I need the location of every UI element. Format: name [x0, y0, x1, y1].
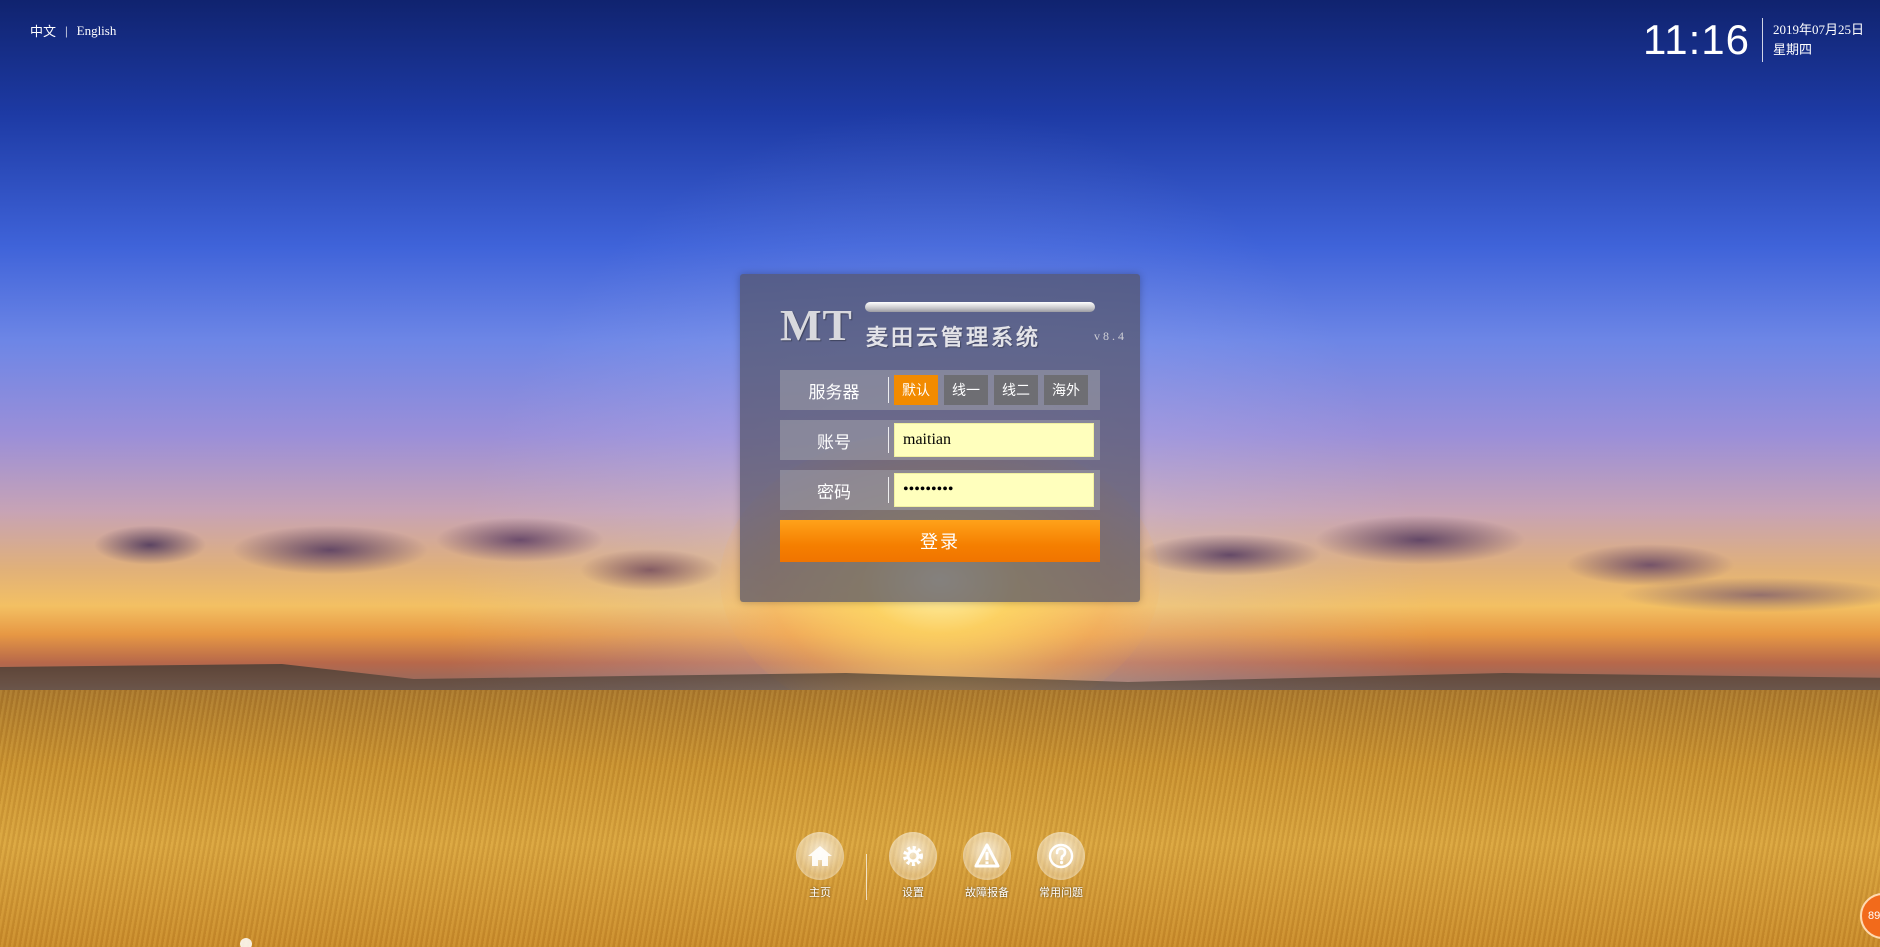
dock-settings[interactable]: 设置: [883, 832, 943, 900]
clock-weekday: 星期四: [1772, 42, 1812, 57]
account-divider: [888, 427, 889, 453]
account-row: 账号: [780, 420, 1100, 460]
server-option-line1[interactable]: 线一: [944, 375, 988, 405]
dock-divider: [866, 854, 867, 900]
login-button[interactable]: 登录: [780, 520, 1100, 562]
dock-faq[interactable]: 常用问题: [1031, 832, 1091, 900]
home-icon: [796, 832, 844, 880]
brand-name: 麦田云管理系统: [866, 326, 1042, 351]
language-chinese-link[interactable]: 中文: [30, 21, 56, 40]
brand-header: MT 麦田云管理系统 v8.4: [780, 300, 1124, 351]
language-switcher: 中文 | English: [30, 21, 116, 40]
clock-time: 11:16: [1642, 16, 1750, 63]
server-option-default[interactable]: 默认: [894, 375, 938, 405]
server-label: 服务器: [808, 382, 860, 403]
language-english-link[interactable]: English: [77, 23, 117, 39]
password-divider: [888, 477, 889, 503]
clock-date-block: 2019年07月25日 星期四: [1773, 14, 1864, 66]
server-row: 服务器 默认 线一 线二 海外: [780, 370, 1100, 410]
brand-logo: MT: [780, 301, 853, 350]
login-panel: MT 麦田云管理系统 v8.4 服务器 默认 线一 线二 海外 账号 密码 登录: [740, 274, 1140, 602]
wheat-field: [0, 690, 1880, 947]
clock-date: 2019年07月25日: [1772, 22, 1864, 37]
password-row: 密码: [780, 470, 1100, 510]
password-label: 密码: [817, 482, 851, 503]
server-divider: [888, 377, 889, 403]
dock-home-label: 主页: [809, 886, 831, 899]
brand-decor-bar: [865, 302, 1095, 312]
password-input[interactable]: [894, 473, 1094, 507]
server-option-overseas[interactable]: 海外: [1044, 375, 1088, 405]
sparkle-icon: [240, 938, 252, 947]
question-icon: [1037, 832, 1085, 880]
clock-widget: 11:16 2019年07月25日 星期四: [1643, 14, 1864, 66]
language-separator: |: [65, 22, 68, 38]
clock-divider: [1761, 18, 1763, 62]
warning-icon: [963, 832, 1011, 880]
dock-faq-label: 常用问题: [1039, 886, 1083, 899]
gear-icon: [889, 832, 937, 880]
brand-version: v8.4: [1094, 329, 1127, 343]
bottom-dock: 主页 设置 故障报备 常用问题: [790, 832, 1091, 900]
server-option-line2[interactable]: 线二: [994, 375, 1038, 405]
account-input[interactable]: [894, 423, 1094, 457]
dock-settings-label: 设置: [902, 886, 924, 899]
account-label: 账号: [817, 432, 851, 453]
dock-report-label: 故障报备: [965, 886, 1009, 899]
dock-home[interactable]: 主页: [790, 832, 850, 900]
dock-report[interactable]: 故障报备: [957, 832, 1017, 900]
server-options: 默认 线一 线二 海外: [894, 375, 1088, 405]
